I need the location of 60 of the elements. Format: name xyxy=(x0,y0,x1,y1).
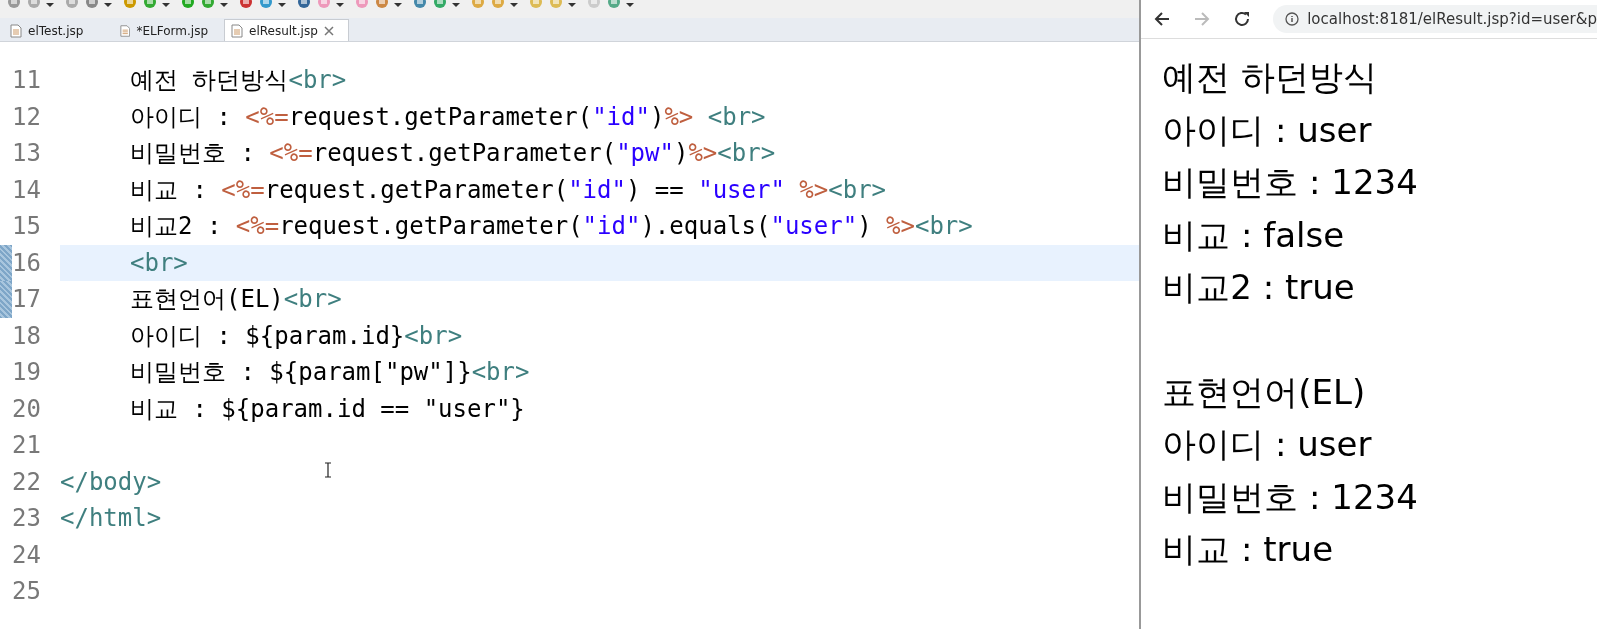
code-line: 아이디 : ${param.id}<br> xyxy=(130,320,463,352)
caret-icon[interactable] xyxy=(394,2,402,8)
output-line: 비밀번호 : 1234 xyxy=(1162,161,1419,204)
editor-tab[interactable]: *ELForm.jsp xyxy=(114,20,222,41)
text-cursor-icon xyxy=(324,462,332,478)
editor-tab[interactable]: elTest.jsp xyxy=(4,20,112,41)
back-icon[interactable] xyxy=(1153,10,1172,28)
info-icon xyxy=(1285,12,1300,26)
line-number: 20 xyxy=(12,394,42,423)
code-line: </body> xyxy=(60,467,162,496)
output-line: 비교 : false xyxy=(1162,213,1346,257)
code-line: 비교 : <%=request.getParameter("id") == "user" %><br> xyxy=(130,174,887,206)
caret-icon[interactable] xyxy=(162,2,170,8)
line-number: 16 xyxy=(12,248,42,277)
file-icon xyxy=(231,23,243,38)
output-line: 비밀번호 : 1234 xyxy=(1162,475,1419,519)
line-number: 19 xyxy=(12,358,42,387)
line-number: 24 xyxy=(12,540,42,569)
line-number: 21 xyxy=(12,431,42,460)
line-number: 22 xyxy=(12,467,42,496)
output-line: 표현언어(EL) xyxy=(1162,370,1367,414)
code-line: 아이디 : <%=request.getParameter("id")%> <br> xyxy=(130,101,766,133)
caret-icon[interactable] xyxy=(510,2,518,8)
code-line: 비밀번호 : <%=request.getParameter("pw")%><br> xyxy=(130,138,776,170)
code-line: </html> xyxy=(60,504,162,533)
line-number: 11 xyxy=(12,66,42,95)
line-number: 14 xyxy=(12,175,42,204)
caret-icon[interactable] xyxy=(626,2,634,8)
code-line: 비교2 : <%=request.getParameter("id").equals("user") %><br> xyxy=(130,211,973,243)
line-number: 12 xyxy=(12,102,42,131)
line-number: 18 xyxy=(12,321,42,350)
code-line: 표현언어(EL)<br> xyxy=(130,284,342,316)
line-number: 23 xyxy=(12,504,42,533)
file-icon xyxy=(10,23,22,38)
code-line: 비교 : ${param.id == "user"} xyxy=(130,393,525,425)
code-line: 비밀번호 : ${param["pw"]}<br> xyxy=(130,357,530,389)
caret-icon[interactable] xyxy=(452,2,460,8)
editor-tab[interactable]: elResult.jsp xyxy=(224,19,349,41)
caret-icon[interactable] xyxy=(104,2,112,8)
line-number: 25 xyxy=(12,577,42,606)
caret-icon[interactable] xyxy=(46,2,54,8)
output-line: 비교2 : true xyxy=(1162,266,1356,309)
address-bar[interactable]: localhost:8181/elResult.jsp?id=user&p xyxy=(1273,5,1597,33)
caret-icon[interactable] xyxy=(336,2,344,8)
caret-icon[interactable] xyxy=(278,2,286,8)
file-icon xyxy=(120,23,131,38)
caret-icon[interactable] xyxy=(568,2,576,8)
output-line: 아이디 : user xyxy=(1162,423,1373,466)
reload-icon[interactable] xyxy=(1233,10,1252,28)
forward-icon[interactable] xyxy=(1193,10,1212,28)
line-number: 15 xyxy=(12,212,42,241)
output-line: 예전 하던방식 xyxy=(1162,56,1378,99)
line-number: 13 xyxy=(12,139,42,168)
close-icon[interactable] xyxy=(323,25,334,36)
code-line: <br> xyxy=(130,248,188,277)
line-number: 17 xyxy=(12,285,42,314)
code-line: 예전 하던방식<br> xyxy=(130,65,347,97)
output-line: 아이디 : user xyxy=(1162,108,1373,152)
output-line: 비교 : true xyxy=(1162,528,1335,571)
caret-icon[interactable] xyxy=(220,2,228,8)
